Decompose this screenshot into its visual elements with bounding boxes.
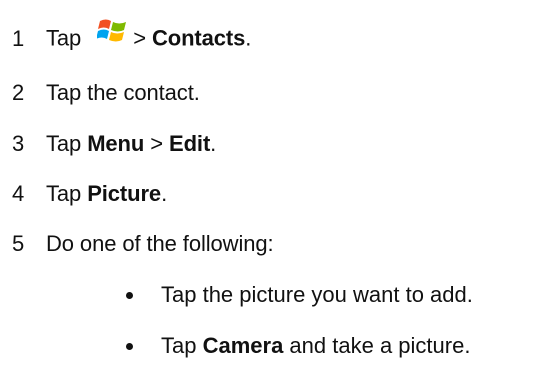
step-number: 2 xyxy=(12,80,25,105)
bullet-text: Tap Camera and take a picture. xyxy=(161,326,470,366)
step-number: 1 xyxy=(12,26,25,51)
step-text-bold: Picture xyxy=(87,181,162,206)
step-text-run: > xyxy=(144,131,170,156)
step-text: Tap the contact. xyxy=(46,80,200,105)
bullet-text-run: Tap xyxy=(161,333,203,358)
bullet-text: Tap the picture you want to add. xyxy=(161,282,473,307)
step-text: Tap > Contacts. xyxy=(46,18,251,61)
instruction-list: 1 Tap > Contacts. 2 Tap the contact. 3 T… xyxy=(0,0,541,378)
bullet-dot-icon xyxy=(126,342,133,350)
step-text-run: > xyxy=(133,24,152,50)
step-number: 3 xyxy=(12,131,25,156)
step-text-run: . xyxy=(245,24,252,50)
bullet-dot-icon xyxy=(126,291,133,299)
step-2: 2 Tap the contact. xyxy=(12,73,200,113)
step-5: 5 Do one of the following: xyxy=(12,224,274,264)
bullet-text-bold: Camera xyxy=(202,333,284,358)
step-text-bold: Menu xyxy=(87,131,145,156)
step-text: Do one of the following: xyxy=(46,231,274,256)
step-text-run: Tap xyxy=(46,181,88,206)
step-1: 1 Tap > Contacts. xyxy=(12,19,251,59)
step-text: Tap Picture. xyxy=(46,174,167,214)
bullet-text-run: and take a picture. xyxy=(283,333,471,358)
step-text-bold: Contacts xyxy=(151,24,246,50)
step-text: Tap Menu > Edit. xyxy=(46,124,216,164)
bullet-item-1: Tap the picture you want to add. xyxy=(122,275,473,315)
bullet-item-2: Tap Camera and take a picture. xyxy=(122,326,470,366)
step-text-bold: Edit xyxy=(169,131,211,156)
step-number: 5 xyxy=(12,231,25,256)
windows-start-icon xyxy=(96,15,129,58)
step-3: 3 Tap Menu > Edit. xyxy=(12,124,216,164)
step-text-run: Tap xyxy=(46,131,88,156)
step-number: 4 xyxy=(12,181,25,206)
step-text-run: . xyxy=(210,131,217,156)
step-text-run: Tap xyxy=(46,24,88,50)
step-4: 4 Tap Picture. xyxy=(12,174,167,214)
step-text-run: . xyxy=(161,181,168,206)
